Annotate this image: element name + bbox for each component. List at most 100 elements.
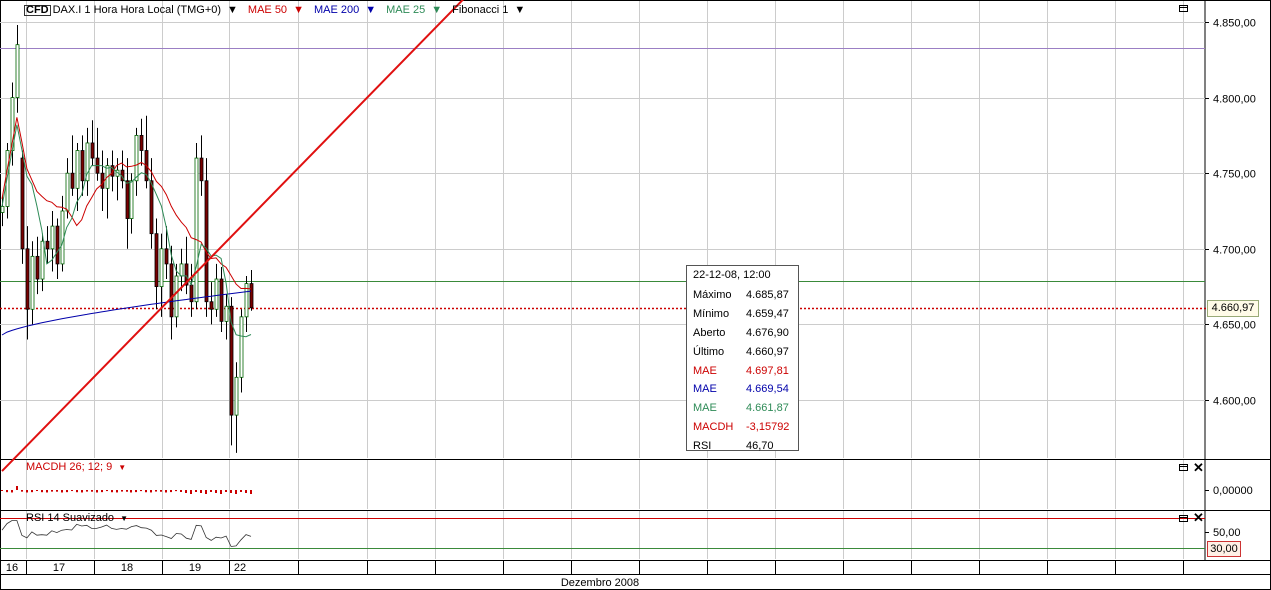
candle-body	[75, 150, 80, 189]
tooltip-row-value: 4.660,97	[746, 345, 789, 358]
indicator-fibonacci-label[interactable]: Fibonacci 1	[452, 4, 508, 16]
candle-body	[15, 44, 20, 98]
mae25-line	[1, 124, 252, 338]
mae200-line	[1, 290, 252, 336]
candle-body	[169, 263, 174, 318]
tooltip-row-label: MAE	[693, 364, 717, 377]
maximize-rsi-panel-icon[interactable]	[1179, 515, 1188, 522]
maximize-macd-panel-icon[interactable]	[1179, 464, 1188, 471]
tooltip-row: MAE 4.661,87	[687, 399, 798, 418]
candle-body	[219, 278, 224, 322]
mae50-dropdown-icon[interactable]: ▼	[293, 4, 304, 16]
candle-body	[129, 180, 134, 219]
macd-bar	[101, 490, 103, 493]
macd-bar	[126, 490, 128, 492]
macd-bar	[160, 490, 162, 492]
macd-label[interactable]: MACDH 26; 12; 9	[26, 461, 112, 473]
chart-header: CFD DAX.I 1 Hora Hora Local (TMG+0) ▼ MA…	[24, 2, 535, 18]
macd-bar	[31, 490, 33, 493]
candle-body	[20, 157, 25, 250]
y-tick-label: 4.600,00	[1213, 396, 1256, 408]
instrument-label[interactable]: DAX.I 1 Hora Hora Local (TMG+0)	[53, 4, 221, 16]
rsi-dropdown-icon[interactable]: ▼	[120, 514, 128, 523]
candle-body	[0, 206, 5, 213]
macd-bar	[121, 490, 123, 492]
candle-body	[134, 134, 139, 182]
macd-bar	[140, 490, 142, 492]
candle-body	[100, 172, 105, 189]
candle-body	[204, 180, 209, 303]
candle-body	[174, 275, 179, 318]
instrument-dropdown-icon[interactable]: ▼	[227, 4, 238, 16]
candle-body	[50, 225, 55, 250]
y-tick-label: 4.650,00	[1213, 320, 1256, 332]
rsi-30-tag: 30,00	[1207, 541, 1241, 557]
macd-bar	[245, 490, 247, 493]
indicator-mae200-label[interactable]: MAE 200	[314, 4, 359, 16]
indicator-mae50-label[interactable]: MAE 50	[248, 4, 287, 16]
macd-bar	[36, 490, 38, 492]
close-macd-panel-icon[interactable]: ✕	[1193, 461, 1204, 474]
macd-bar	[235, 490, 237, 494]
candle-body	[239, 316, 244, 378]
rsi-line	[1, 520, 252, 547]
macd-bar	[200, 490, 202, 493]
macd-bar	[11, 490, 13, 493]
macd-bar	[210, 490, 212, 492]
macd-bar	[86, 490, 88, 492]
candle-body	[199, 157, 204, 182]
macd-dropdown-icon[interactable]: ▼	[118, 463, 126, 472]
close-rsi-panel-icon[interactable]: ✕	[1193, 511, 1204, 524]
macd-bar	[111, 490, 113, 493]
candle-body	[209, 301, 214, 310]
indicator-mae25-label[interactable]: MAE 25	[386, 4, 425, 16]
tooltip-row: MAE 4.669,54	[687, 380, 798, 399]
candle-body	[90, 142, 95, 159]
tooltip-row: MAE 4.697,81	[687, 361, 798, 380]
tooltip-row-label: RSI	[693, 439, 712, 452]
tooltip-row-value: 4.685,87	[746, 289, 789, 302]
tooltip-row-label: Último	[693, 345, 725, 358]
mae25-dropdown-icon[interactable]: ▼	[431, 4, 442, 16]
candle-body	[194, 157, 199, 303]
y-tick-label: 4.750,00	[1213, 169, 1256, 181]
candle-body	[234, 376, 239, 416]
tooltip-row-value: 46,70	[746, 439, 774, 452]
macd-bar	[185, 490, 187, 493]
tooltip-row: Máximo 4.685,87	[687, 286, 798, 305]
candle-body	[30, 255, 35, 310]
candle-body	[164, 248, 169, 265]
mae200-dropdown-icon[interactable]: ▼	[365, 4, 376, 16]
macd-bar	[81, 490, 83, 493]
tooltip-row-label: MAE	[693, 402, 717, 415]
tooltip-row-value: -3,15792	[746, 420, 790, 433]
candle-body	[65, 172, 70, 212]
macd-bar	[46, 490, 48, 493]
macd-bar	[130, 490, 132, 493]
day-label: 16	[6, 562, 18, 574]
rsi-label[interactable]: RSI 14 Suavizado	[26, 512, 114, 524]
macd-bar	[190, 490, 192, 494]
fibonacci-dropdown-icon[interactable]: ▼	[514, 4, 525, 16]
candle-body	[249, 283, 254, 309]
macd-bar	[76, 490, 78, 493]
candle-body	[159, 248, 164, 288]
macd-bar	[56, 490, 58, 492]
maximize-price-panel-icon[interactable]	[1179, 5, 1188, 12]
tooltip-row: RSI 46,70	[687, 436, 798, 455]
chart-canvas[interactable]: 4.850,00 4.800,00 4.750,00 4.700,00 4.650,00…	[0, 0, 1271, 590]
day-label: 22	[234, 562, 246, 574]
tooltip-row-value: 4.659,47	[746, 308, 789, 321]
last-price-tag: 4.660,97	[1207, 300, 1259, 317]
macd-bar	[135, 490, 137, 493]
macd-bar	[116, 490, 118, 493]
macd-bar	[71, 490, 73, 492]
candle-body	[45, 240, 50, 250]
macd-bar	[26, 490, 28, 493]
tooltip-row: MACDH -3,15792	[687, 418, 798, 437]
macd-bar	[225, 490, 227, 492]
y-tick-label: 4.700,00	[1213, 245, 1256, 257]
tooltip-date: 22-12-08, 12:00	[693, 269, 771, 281]
macd-bar	[6, 490, 8, 493]
macd-bar	[155, 490, 157, 492]
